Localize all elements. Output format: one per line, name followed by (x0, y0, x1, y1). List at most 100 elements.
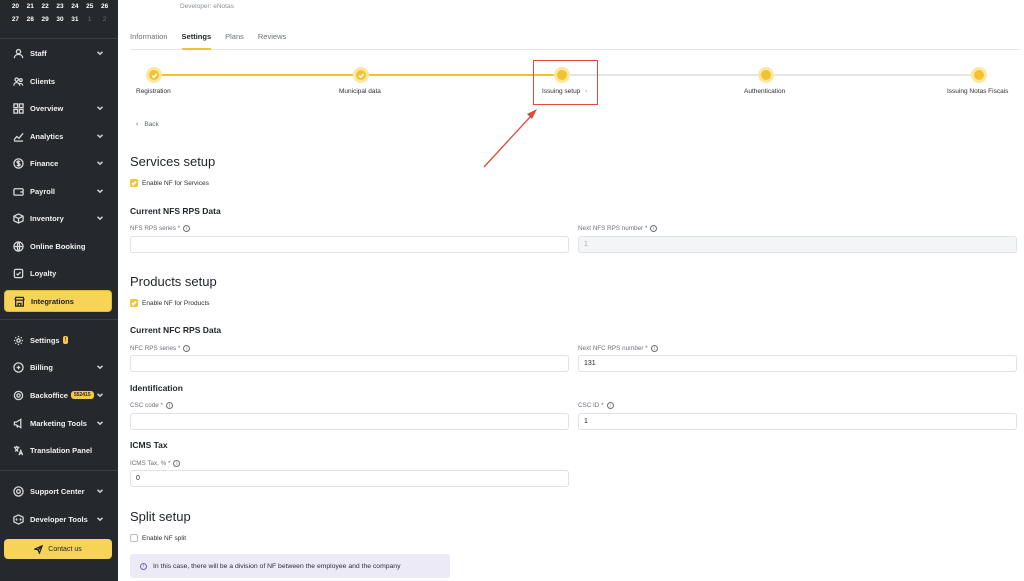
info-icon: i (183, 345, 191, 352)
calendar-day[interactable]: 31 (67, 16, 82, 23)
check-icon (358, 72, 364, 78)
step-registration-dot[interactable] (146, 67, 162, 83)
chevron-left-icon: ‹ (136, 121, 139, 128)
checkbox-checked-icon[interactable] (130, 179, 138, 187)
checkbox-checked-icon[interactable] (130, 299, 138, 307)
sidebar-item-label: Backoffice (30, 390, 68, 400)
translate-icon (12, 444, 24, 456)
back-link[interactable]: ‹ Back (136, 121, 159, 128)
sidebar-item-clients[interactable]: Clients (4, 70, 112, 92)
sidebar-item-staff[interactable]: Staff (4, 42, 112, 64)
contact-us-label: Contact us (48, 545, 82, 553)
tab-reviews[interactable]: Reviews (258, 26, 286, 50)
sidebar-item-support-center[interactable]: Support Center (4, 480, 112, 502)
megaphone-icon (12, 417, 24, 429)
grid-icon (12, 102, 24, 114)
next-nfs-rps-number-input[interactable]: 1 (578, 236, 1017, 253)
chevron-down-icon (96, 187, 104, 195)
sidebar-item-developer-tools[interactable]: Developer Tools (4, 508, 112, 530)
subsection-title: Current NFC RPS Data (130, 325, 222, 335)
sidebar-item-loyalty[interactable]: Loyalty (4, 262, 112, 284)
calendar-day[interactable]: 27 (8, 16, 23, 23)
sidebar-item-billing[interactable]: Billing (4, 356, 112, 378)
sidebar-item-payroll[interactable]: Payroll (4, 180, 112, 202)
step-marker (761, 70, 771, 80)
sidebar-item-inventory[interactable]: Inventory (4, 207, 112, 229)
sidebar-item-finance[interactable]: Finance (4, 152, 112, 174)
note-text: In this case, there will be a division o… (153, 562, 401, 570)
calendar-day[interactable]: 23 (53, 3, 68, 10)
chevron-down-icon (96, 104, 104, 112)
calendar-day[interactable]: 2 (97, 16, 112, 23)
users-icon (12, 75, 24, 87)
subsection-title: Current NFS RPS Data (130, 206, 221, 216)
nfc-rps-series-input[interactable] (130, 355, 569, 372)
calendar-week-row: 20 21 22 23 24 25 26 (8, 0, 112, 13)
divider (0, 319, 118, 320)
progress-stepper: Registration Municipal data Issuing setu… (118, 60, 1024, 105)
sidebar-item-label: Developer Tools (30, 514, 88, 524)
enable-nf-services[interactable]: Enable NF for Services (130, 179, 209, 187)
calendar-day[interactable]: 25 (82, 3, 97, 10)
sidebar-item-overview[interactable]: Overview (4, 97, 112, 119)
calendar-day[interactable]: 1 (82, 16, 97, 23)
chevron-down-icon (96, 214, 104, 222)
section-title-split: Split setup (130, 509, 191, 524)
checkbox-unchecked-icon[interactable] (130, 534, 138, 542)
info-note: i In this case, there will be a division… (130, 554, 450, 578)
sidebar-item-settings[interactable]: Settings ! (4, 329, 112, 351)
sidebar-item-backoffice[interactable]: Backoffice 552415 (4, 384, 112, 406)
sidebar-item-integrations[interactable]: Integrations (4, 290, 112, 312)
step-issuing-notas-dot[interactable] (971, 67, 987, 83)
highlight-box (533, 60, 598, 105)
step-municipal-data-dot[interactable] (353, 67, 369, 83)
id-badge: 552415 (70, 391, 94, 399)
info-icon: i (606, 402, 614, 409)
tab-plans[interactable]: Plans (225, 26, 244, 50)
next-nfc-rps-number-input[interactable]: 131 (578, 355, 1017, 372)
calendar-day[interactable]: 30 (53, 16, 68, 23)
sidebar-item-label: Overview (30, 103, 64, 113)
nfs-rps-series-input[interactable] (130, 236, 569, 253)
calendar-day[interactable]: 26 (97, 3, 112, 10)
sidebar-item-online-booking[interactable]: Online Booking (4, 235, 112, 257)
contact-us-button[interactable]: Contact us (4, 539, 112, 559)
checkbox-label: Enable NF for Services (142, 179, 209, 187)
box-icon (12, 212, 24, 224)
sidebar: 20 21 22 23 24 25 26 27 28 29 30 31 1 2 … (0, 0, 118, 581)
csc-id-input[interactable]: 1 (578, 413, 1017, 430)
enable-nf-split[interactable]: Enable NF split (130, 534, 186, 542)
sidebar-item-analytics[interactable]: Analytics (4, 125, 112, 147)
sidebar-item-translation-panel[interactable]: Translation Panel (4, 439, 112, 461)
sidebar-item-label: Translation Panel (30, 445, 93, 455)
chevron-down-icon (96, 419, 104, 427)
chevron-down-icon (96, 363, 104, 371)
step-authentication-dot[interactable] (758, 67, 774, 83)
support-icon (12, 485, 24, 497)
calendar-day[interactable]: 20 (8, 3, 23, 10)
icms-tax-input[interactable]: 0 (130, 470, 569, 487)
tab-information[interactable]: Information (130, 26, 168, 50)
csc-code-input[interactable] (130, 413, 569, 430)
step-label: Registration (136, 88, 171, 95)
calendar-day[interactable]: 24 (67, 3, 82, 10)
dollar-icon (12, 157, 24, 169)
field-label: NFC RPS series * i (130, 345, 191, 352)
info-icon: i (165, 402, 173, 409)
tab-bar: Information Settings Plans Reviews (130, 26, 1020, 50)
field-label: Next NFS RPS number * i (578, 225, 658, 232)
enable-nf-products[interactable]: Enable NF for Products (130, 299, 210, 307)
gear-icon (12, 334, 24, 346)
calendar-day[interactable]: 22 (38, 3, 53, 10)
calendar-day[interactable]: 29 (38, 16, 53, 23)
backoffice-icon (12, 389, 24, 401)
check-icon (151, 72, 157, 78)
step-marker (974, 70, 984, 80)
sidebar-item-label: Payroll (30, 186, 56, 196)
sidebar-item-marketing-tools[interactable]: Marketing Tools (4, 412, 112, 434)
calendar-day[interactable]: 21 (23, 3, 38, 10)
field-label: CSC ID * i (578, 402, 614, 409)
calendar-day[interactable]: 28 (23, 16, 38, 23)
checkbox-label: Enable NF for Products (142, 299, 210, 307)
tab-settings[interactable]: Settings (181, 26, 212, 50)
